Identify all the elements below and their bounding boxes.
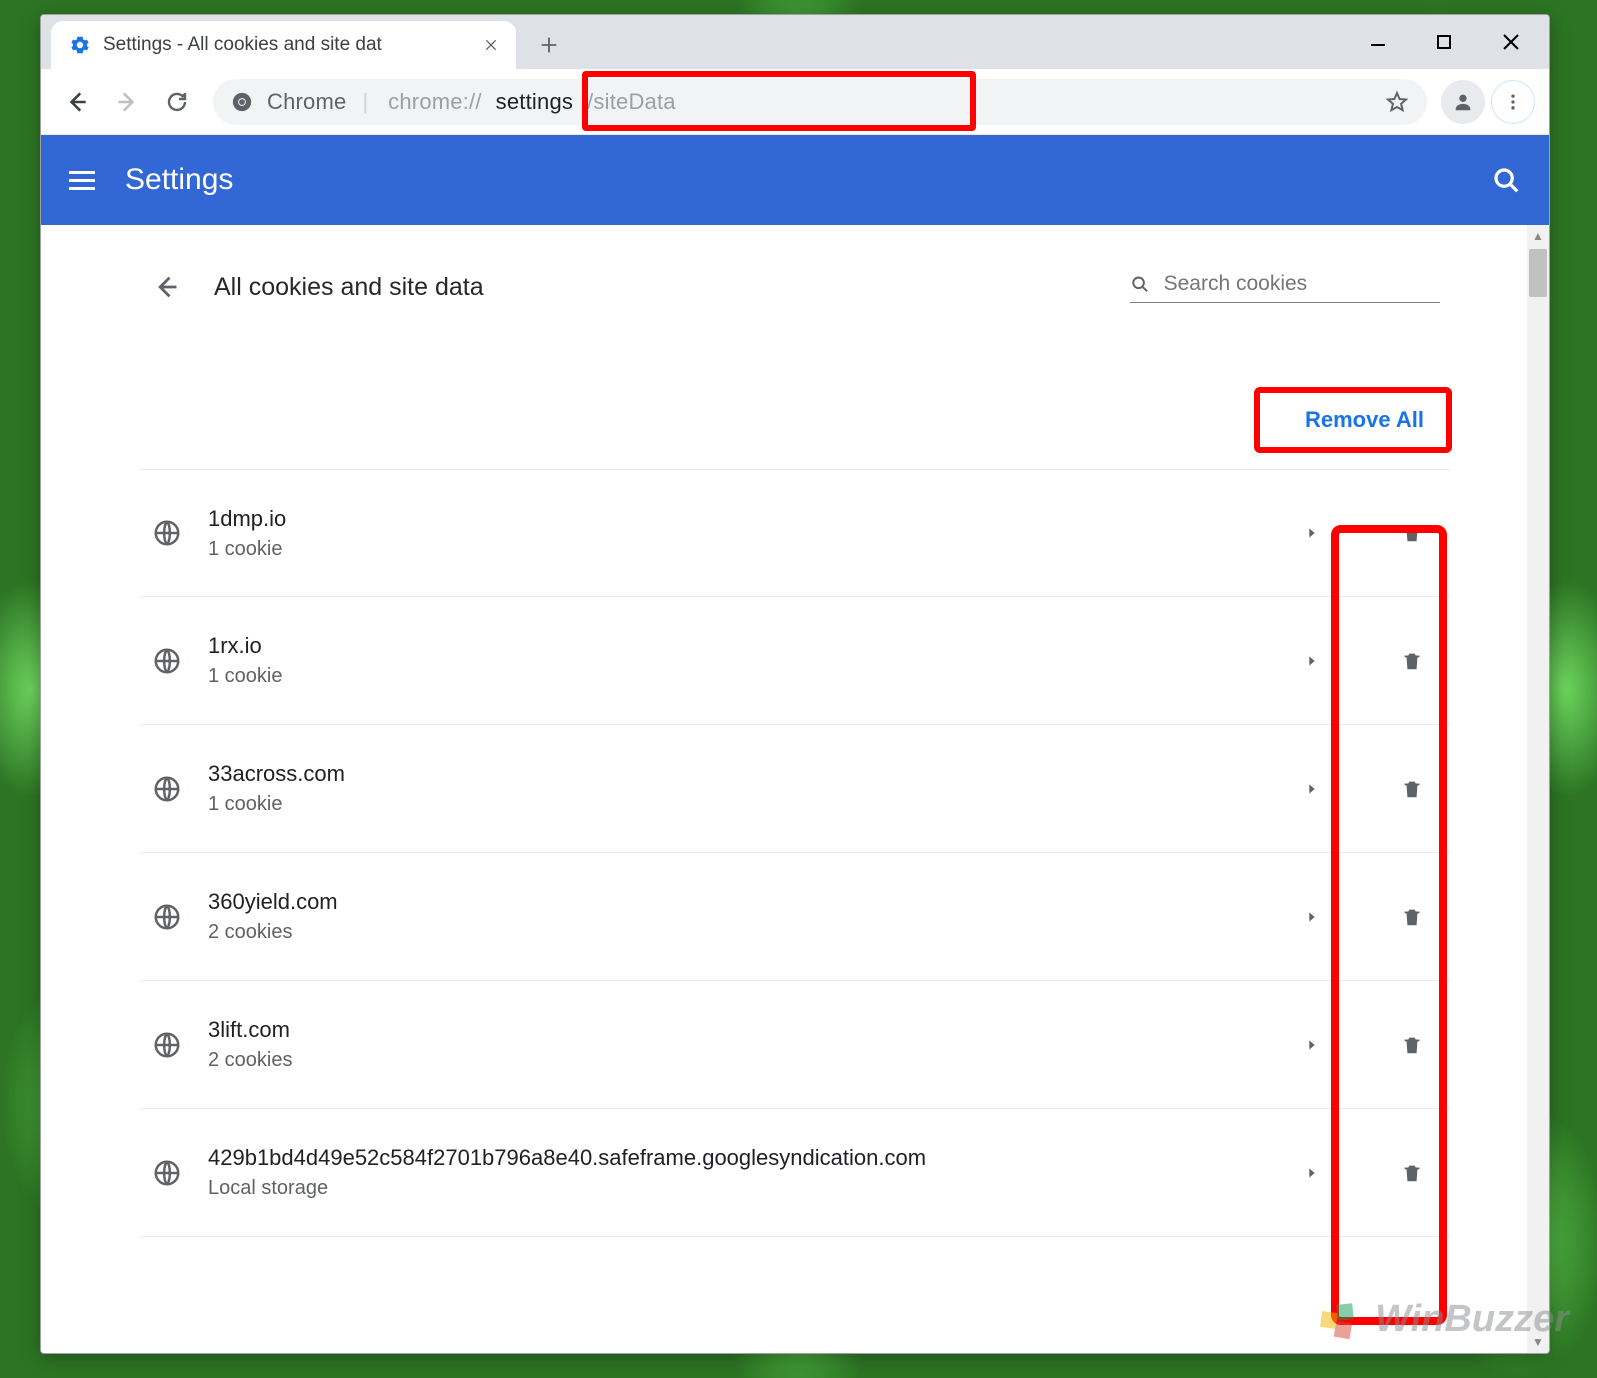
settings-app-bar: Settings (41, 135, 1549, 225)
minimize-button[interactable] (1369, 33, 1387, 51)
site-row[interactable]: 1dmp.io 1 cookie (140, 469, 1450, 597)
globe-icon (152, 1158, 182, 1188)
expand-chevron-icon[interactable] (1298, 519, 1326, 547)
cookies-search-input[interactable] (1164, 272, 1440, 296)
site-row[interactable]: 33across.com 1 cookie (140, 725, 1450, 853)
chrome-logo-icon (231, 91, 253, 113)
tab-title: Settings - All cookies and site dat (103, 34, 468, 56)
site-domain: 1dmp.io (208, 506, 1272, 532)
delete-trash-icon[interactable] (1398, 647, 1426, 675)
scrollbar-track[interactable]: ▲ ▼ (1527, 225, 1549, 1353)
settings-gear-icon (69, 34, 91, 56)
site-subtitle: 2 cookies (208, 921, 1272, 944)
maximize-button[interactable] (1435, 33, 1453, 51)
site-subtitle: Local storage (208, 1177, 1272, 1200)
url-path: /siteData (587, 89, 676, 115)
settings-search-icon[interactable] (1491, 165, 1521, 195)
site-subtitle: 1 cookie (208, 665, 1272, 688)
scrollbar-thumb[interactable] (1529, 249, 1547, 297)
nav-forward-button[interactable] (105, 80, 149, 124)
tab-close-icon[interactable] (480, 34, 502, 56)
scroll-up-icon[interactable]: ▲ (1527, 225, 1549, 247)
new-tab-button[interactable] (528, 24, 570, 66)
site-row[interactable]: 1rx.io 1 cookie (140, 597, 1450, 725)
settings-menu-icon[interactable] (69, 171, 95, 190)
expand-chevron-icon[interactable] (1298, 647, 1326, 675)
delete-trash-icon[interactable] (1398, 775, 1426, 803)
cookies-search-field[interactable] (1130, 272, 1440, 303)
site-subtitle: 1 cookie (208, 538, 1272, 561)
delete-trash-icon[interactable] (1398, 1031, 1426, 1059)
site-subtitle: 1 cookie (208, 793, 1272, 816)
delete-trash-icon[interactable] (1398, 1159, 1426, 1187)
expand-chevron-icon[interactable] (1298, 1159, 1326, 1187)
address-bar[interactable]: Chrome | chrome://settings/siteData (213, 79, 1427, 125)
expand-chevron-icon[interactable] (1298, 775, 1326, 803)
remove-all-row: Remove All (140, 395, 1446, 445)
expand-chevron-icon[interactable] (1298, 903, 1326, 931)
cookies-panel: All cookies and site data Remove All 1dm… (140, 225, 1450, 1237)
profile-avatar-button[interactable] (1441, 80, 1485, 124)
omnibox-chip-label: Chrome (267, 89, 346, 115)
tab-strip: Settings - All cookies and site dat (41, 15, 1549, 69)
panel-header: All cookies and site data (140, 267, 1450, 307)
browser-tab[interactable]: Settings - All cookies and site dat (51, 21, 516, 69)
panel-title: All cookies and site data (214, 273, 1102, 302)
globe-icon (152, 774, 182, 804)
globe-icon (152, 646, 182, 676)
expand-chevron-icon[interactable] (1298, 1031, 1326, 1059)
site-row[interactable]: 3lift.com 2 cookies (140, 981, 1450, 1109)
bookmark-star-icon[interactable] (1385, 90, 1409, 114)
site-domain: 429b1bd4d49e52c584f2701b796a8e40.safefra… (208, 1145, 1272, 1171)
site-subtitle: 2 cookies (208, 1049, 1272, 1072)
site-row[interactable]: 360yield.com 2 cookies (140, 853, 1450, 981)
site-domain: 3lift.com (208, 1017, 1272, 1043)
remove-all-button[interactable]: Remove All (1283, 395, 1446, 445)
globe-icon (152, 518, 182, 548)
reload-button[interactable] (155, 80, 199, 124)
site-cookie-list: 1dmp.io 1 cookie 1rx.io 1 cookie (140, 469, 1450, 1237)
nav-back-button[interactable] (55, 80, 99, 124)
window-controls (1369, 15, 1549, 69)
site-domain: 360yield.com (208, 889, 1272, 915)
panel-back-button[interactable] (146, 267, 186, 307)
settings-content: ▲ ▼ All cookies and site data Remove All (41, 225, 1549, 1353)
settings-title: Settings (125, 163, 233, 197)
globe-icon (152, 902, 182, 932)
search-icon (1130, 273, 1150, 295)
chrome-menu-button[interactable] (1491, 80, 1535, 124)
scroll-down-icon[interactable]: ▼ (1527, 1331, 1549, 1353)
site-domain: 1rx.io (208, 633, 1272, 659)
delete-trash-icon[interactable] (1398, 903, 1426, 931)
site-row[interactable]: 429b1bd4d49e52c584f2701b796a8e40.safefra… (140, 1109, 1450, 1237)
browser-toolbar: Chrome | chrome://settings/siteData (41, 69, 1549, 135)
site-domain: 33across.com (208, 761, 1272, 787)
chrome-window: Settings - All cookies and site dat (40, 14, 1550, 1354)
url-host: settings (496, 89, 573, 115)
delete-trash-icon[interactable] (1398, 519, 1426, 547)
close-window-button[interactable] (1501, 32, 1521, 52)
url-scheme: chrome:// (388, 89, 482, 115)
globe-icon (152, 1030, 182, 1060)
